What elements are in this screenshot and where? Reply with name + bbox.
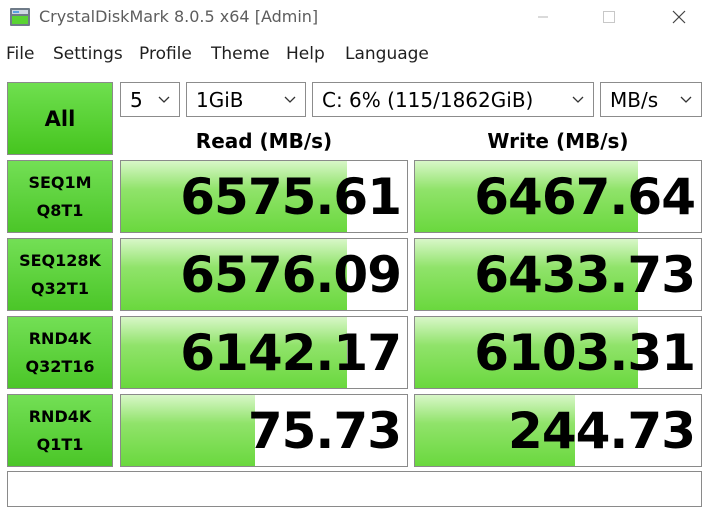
menu-settings[interactable]: Settings	[53, 44, 123, 64]
write-result-cell: 244.73	[414, 394, 702, 467]
test-label-line2: Q32T1	[31, 278, 89, 298]
read-result-cell: 6142.17	[120, 316, 408, 389]
minimize-button[interactable]	[520, 0, 566, 34]
write-header: Write (MB/s)	[487, 129, 629, 153]
read-result-value: 6575.61	[180, 168, 402, 226]
maximize-icon	[603, 11, 615, 23]
test-label-line1: RND4K	[28, 328, 92, 348]
write-result-value: 6103.31	[474, 324, 696, 382]
write-result-value: 244.73	[508, 402, 696, 460]
unit-select[interactable]: MB/s	[600, 82, 702, 117]
read-result-cell: 6575.61	[120, 160, 408, 233]
maximize-button[interactable]	[586, 0, 632, 34]
comment-input[interactable]	[7, 471, 702, 507]
write-result-cell: 6103.31	[414, 316, 702, 389]
all-button[interactable]: All	[7, 82, 113, 155]
read-progress-bar	[121, 395, 256, 466]
unit-value: MB/s	[610, 88, 659, 112]
read-result-value: 6142.17	[180, 324, 402, 382]
close-icon	[672, 10, 686, 24]
menu-file[interactable]: File	[6, 44, 34, 64]
chevron-down-icon	[284, 96, 296, 103]
chevron-down-icon	[572, 96, 584, 103]
menu-help[interactable]: Help	[286, 44, 325, 64]
menu-language[interactable]: Language	[345, 44, 429, 64]
test-button-rnd4k-q1t1[interactable]: RND4K Q1T1	[7, 394, 113, 467]
size-select[interactable]: 1GiB	[186, 82, 306, 117]
count-value: 5	[130, 88, 143, 112]
menu-profile[interactable]: Profile	[139, 44, 192, 64]
write-result-value: 6467.64	[474, 168, 696, 226]
read-header: Read (MB/s)	[195, 129, 333, 153]
chevron-down-icon	[680, 96, 692, 103]
size-value: 1GiB	[196, 88, 244, 112]
menu-theme[interactable]: Theme	[211, 44, 270, 64]
test-button-seq128k-q32t1[interactable]: SEQ128K Q32T1	[7, 238, 113, 311]
write-result-value: 6433.73	[474, 246, 696, 304]
window-title: CrystalDiskMark 8.0.5 x64 [Admin]	[39, 7, 319, 26]
read-result-value: 75.73	[247, 402, 402, 460]
drive-value: C: 6% (115/1862GiB)	[322, 88, 534, 112]
test-label-line1: RND4K	[28, 406, 92, 426]
test-label-line1: SEQ128K	[19, 250, 101, 270]
drive-select[interactable]: C: 6% (115/1862GiB)	[312, 82, 594, 117]
read-result-cell: 6576.09	[120, 238, 408, 311]
close-button[interactable]	[656, 0, 702, 34]
test-label-line2: Q8T1	[36, 200, 84, 220]
write-result-cell: 6467.64	[414, 160, 702, 233]
app-icon	[10, 8, 30, 26]
test-label-line2: Q32T16	[25, 356, 95, 376]
chevron-down-icon	[158, 96, 170, 103]
title-bar: CrystalDiskMark 8.0.5 x64 [Admin]	[0, 0, 708, 36]
test-button-seq1m-q8t1[interactable]: SEQ1M Q8T1	[7, 160, 113, 233]
menu-bar: File Settings Profile Theme Help Languag…	[0, 40, 708, 70]
test-label-line1: SEQ1M	[28, 172, 92, 192]
write-result-cell: 6433.73	[414, 238, 702, 311]
read-result-value: 6576.09	[180, 246, 402, 304]
test-label-line2: Q1T1	[36, 434, 84, 454]
read-result-cell: 75.73	[120, 394, 408, 467]
minimize-icon	[538, 16, 548, 18]
test-button-rnd4k-q32t16[interactable]: RND4K Q32T16	[7, 316, 113, 389]
count-select[interactable]: 5	[120, 82, 180, 117]
